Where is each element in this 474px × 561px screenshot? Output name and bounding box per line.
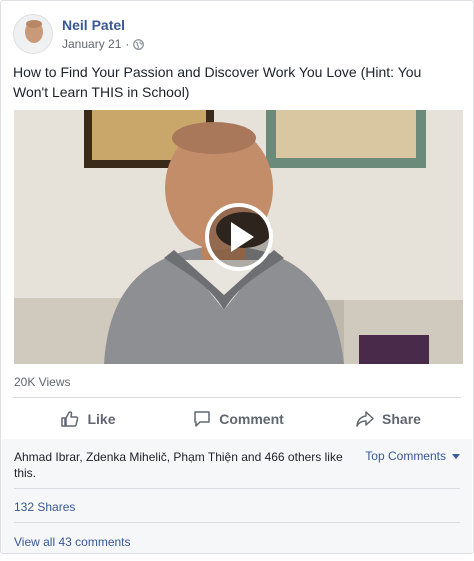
divider (13, 397, 461, 398)
view-count: 20K Views (14, 375, 71, 389)
post-meta: January 21 · (62, 36, 145, 52)
like-label: Like (87, 411, 116, 427)
play-icon[interactable] (204, 202, 274, 272)
avatar-image (14, 15, 52, 53)
comment-button[interactable]: Comment (163, 401, 313, 437)
post-header: Neil Patel January 21 · (13, 13, 145, 55)
video-player[interactable] (14, 110, 463, 364)
post-text: How to Find Your Passion and Discover Wo… (13, 64, 422, 100)
comment-icon (194, 411, 210, 427)
action-bar: Like Comment Share (13, 401, 463, 437)
sort-label: Top Comments (365, 449, 446, 463)
globe-icon[interactable] (133, 38, 145, 50)
share-icon (356, 411, 374, 427)
avatar[interactable] (13, 14, 53, 54)
date-separator: · (125, 37, 130, 51)
divider (14, 488, 460, 489)
share-label: Share (382, 411, 421, 427)
chevron-down-icon (452, 453, 460, 459)
like-button[interactable]: Like (13, 401, 163, 437)
share-button[interactable]: Share (313, 401, 463, 437)
divider (14, 522, 460, 523)
shares-count[interactable]: 132 Shares (14, 499, 460, 515)
comment-label: Comment (219, 411, 284, 427)
author-name[interactable]: Neil Patel (62, 16, 144, 34)
top-comments-dropdown[interactable]: Top Comments (365, 449, 460, 463)
post-date[interactable]: January 21 (62, 36, 121, 52)
likes-summary[interactable]: Ahmad Ibrar, Zdenka Mihelič, Phạm Thiện … (14, 449, 344, 481)
thumbs-up-icon (61, 411, 79, 427)
view-comments-link[interactable]: View all 43 comments (14, 534, 460, 550)
post-card: Neil Patel January 21 · How to Find Your… (0, 0, 474, 554)
post-footer: Ahmad Ibrar, Zdenka Mihelič, Phạm Thiện … (2, 439, 472, 553)
